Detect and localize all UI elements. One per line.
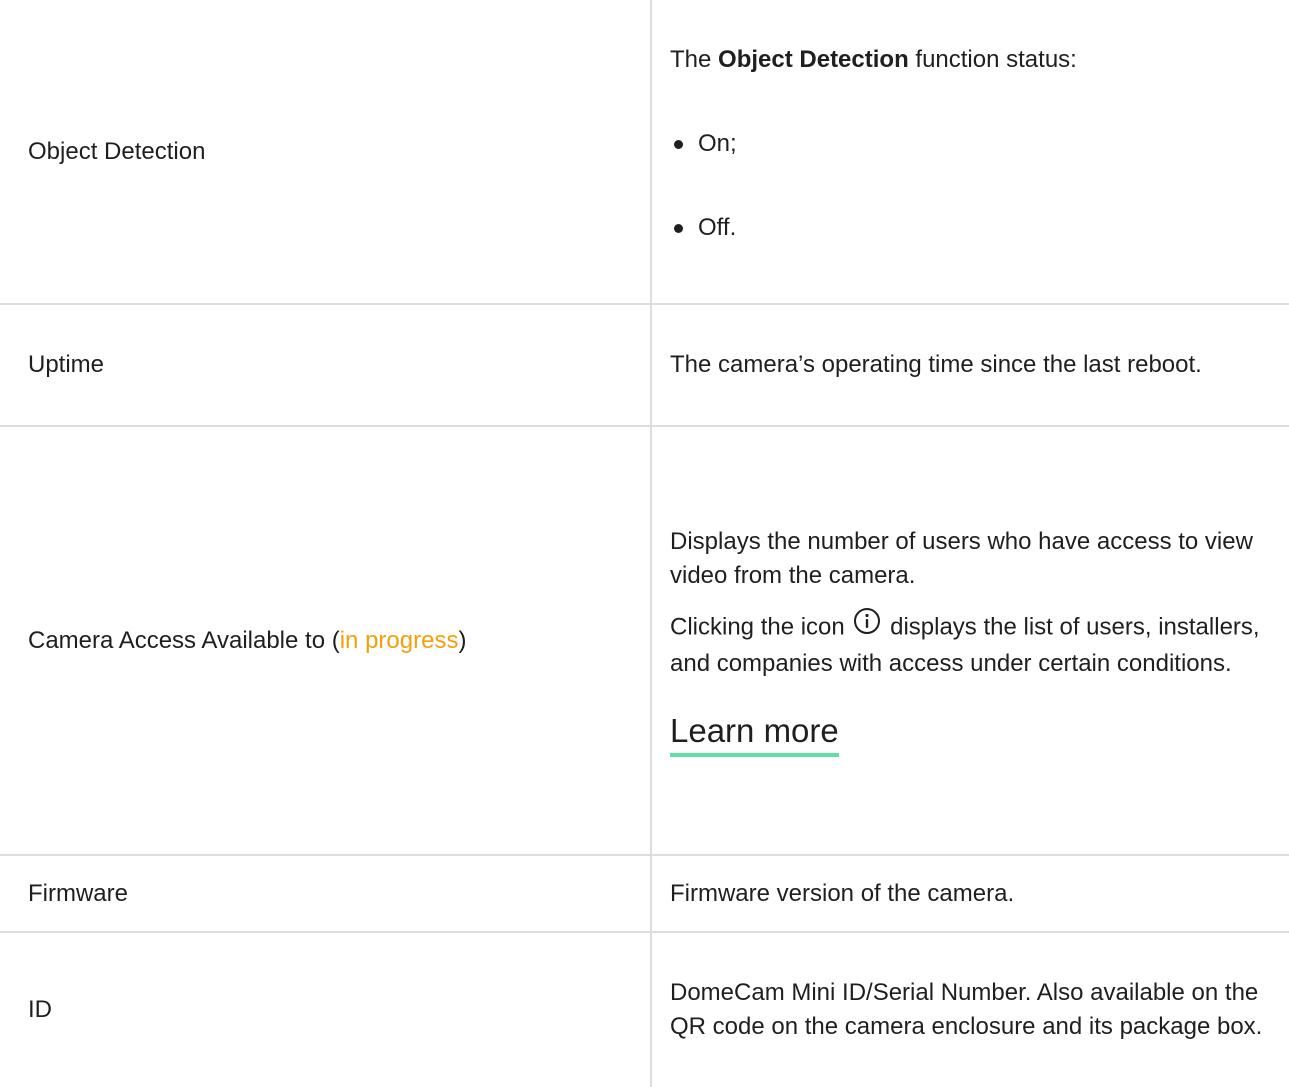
table-row-id: ID DomeCam Mini ID/Serial Number. Also a… xyxy=(0,931,1289,1087)
bullet-icon xyxy=(674,139,683,149)
description-prefix: The xyxy=(670,45,719,73)
learn-more-link[interactable]: Learn more xyxy=(670,711,839,757)
info-icon xyxy=(853,607,881,645)
setting-description: The Object Detection function status: On… xyxy=(650,0,1289,305)
table-row-uptime: Uptime The camera’s operating time since… xyxy=(0,303,1289,427)
table-row-firmware: Firmware Firmware version of the camera. xyxy=(0,854,1289,933)
setting-name-text: Object Detection xyxy=(28,137,206,165)
status-options-list: On; Off. xyxy=(670,127,1284,245)
list-item: Off. xyxy=(670,211,1284,245)
setting-name-prefix: Camera Access Available to ( xyxy=(28,626,340,654)
list-item-text: Off. xyxy=(698,213,737,241)
description-text: The camera’s operating time since the la… xyxy=(670,351,1202,378)
list-item: On; xyxy=(670,127,1284,161)
description-text: Firmware version of the camera. xyxy=(670,879,1015,907)
setting-name-text: Firmware xyxy=(28,879,128,907)
description-text: The Object Detection function status: xyxy=(670,43,1284,77)
setting-name: Firmware xyxy=(0,854,652,933)
setting-name-suffix: ) xyxy=(458,626,467,654)
setting-description: Displays the number of users who have ac… xyxy=(650,425,1289,856)
setting-description: The camera’s operating time since the la… xyxy=(650,303,1289,427)
description-text-icon: Clicking the icon displays the list of u… xyxy=(670,607,1284,681)
description-prefix: Clicking the icon xyxy=(670,612,852,640)
list-item-text: On; xyxy=(698,129,737,157)
table-row-object-detection: Object Detection The Object Detection fu… xyxy=(0,0,1289,305)
bullet-icon xyxy=(674,223,683,233)
description-suffix: function status: xyxy=(908,45,1077,73)
setting-name: Uptime xyxy=(0,303,652,427)
setting-description: DomeCam Mini ID/Serial Number. Also avai… xyxy=(650,931,1289,1087)
setting-name-text: Uptime xyxy=(28,351,105,378)
setting-name: ID xyxy=(0,931,652,1087)
setting-name: Camera Access Available to (in progress) xyxy=(0,425,652,856)
settings-table: Object Detection The Object Detection fu… xyxy=(0,0,1289,1087)
in-progress-link[interactable]: in progress xyxy=(340,627,459,654)
setting-name: Object Detection xyxy=(0,0,652,305)
table-row-camera-access: Camera Access Available to (in progress)… xyxy=(0,425,1289,856)
description-text: DomeCam Mini ID/Serial Number. Also avai… xyxy=(670,979,1263,1040)
description-text: Displays the number of users who have ac… xyxy=(670,527,1253,589)
setting-name-text: ID xyxy=(28,996,52,1023)
description-bold: Object Detection xyxy=(718,45,909,73)
setting-description: Firmware version of the camera. xyxy=(650,854,1289,933)
